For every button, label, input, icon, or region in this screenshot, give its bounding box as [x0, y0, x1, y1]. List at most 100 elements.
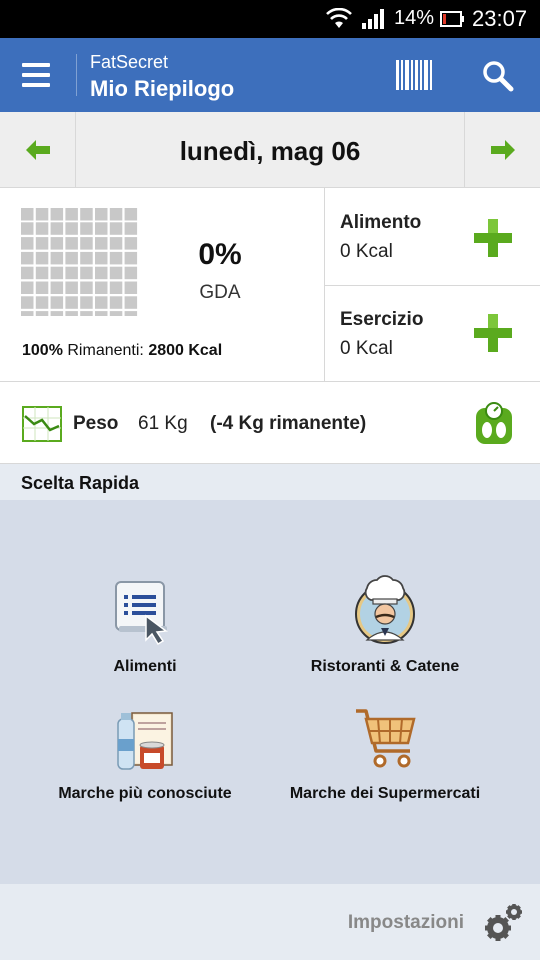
rdi-grid-cell	[35, 237, 49, 250]
rdi-grid-cell	[80, 251, 93, 265]
rdi-grid-cell	[35, 251, 49, 265]
rdi-grid-cell	[65, 296, 78, 309]
quick-item-brands[interactable]: Marche più conosciute	[10, 705, 280, 803]
battery-icon	[440, 11, 464, 27]
rdi-grid-cell	[65, 222, 78, 235]
chef-icon	[355, 575, 415, 644]
rdi-grid-cell	[80, 266, 93, 280]
rdi-grid-cell	[95, 266, 108, 280]
settings-label[interactable]: Impostazioni	[348, 912, 464, 934]
rdi-grid-cell	[80, 296, 93, 309]
barcode-icon[interactable]	[396, 60, 432, 90]
brands-icon	[117, 712, 173, 770]
rdi-percent: 0%	[198, 238, 242, 271]
rdi-grid-cell	[50, 311, 64, 316]
status-bar: 14% 23:07	[0, 0, 540, 38]
rdi-grid-cell	[65, 237, 78, 250]
weight-scale-icon[interactable]	[474, 402, 514, 446]
rdi-grid-cell	[80, 237, 93, 250]
rdi-grid-cell	[95, 296, 108, 309]
rdi-grid-cell	[21, 281, 34, 294]
rdi-grid-cell	[50, 237, 64, 250]
rdi-grid-cell	[109, 266, 123, 280]
rdi-grid-cell	[35, 208, 49, 221]
rdi-grid-cell	[35, 311, 49, 316]
rdi-grid-cell	[124, 296, 138, 309]
rdi-grid-cell	[95, 281, 108, 294]
quick-item-restaurants-label: Ristoranti & Catene	[310, 658, 460, 675]
rdi-grid-cell	[95, 311, 108, 316]
arrow-left-icon	[26, 140, 50, 160]
rdi-grid-cell	[21, 251, 34, 265]
rdi-grid-cell	[50, 222, 64, 235]
app-bar-divider	[76, 54, 77, 96]
battery-percent: 14%	[394, 7, 435, 29]
rdi-grid-cell	[50, 266, 64, 280]
rdi-grid-cell	[50, 296, 64, 309]
rdi-grid-cell	[21, 237, 34, 250]
rdi-grid-cell	[21, 266, 34, 280]
remaining-kcal: 2800 Kcal	[148, 342, 223, 359]
food-label: Alimento	[340, 212, 422, 233]
current-date[interactable]: lunedì, mag 06	[76, 136, 464, 167]
exercise-kcal: 0 Kcal	[340, 338, 393, 359]
rdi-grid-cell	[50, 251, 64, 265]
rdi-grid-cell	[124, 281, 138, 294]
rdi-grid-icon	[21, 208, 138, 316]
add-exercise-button[interactable]	[474, 314, 512, 352]
rdi-grid-cell	[109, 281, 123, 294]
rdi-grid-cell	[109, 208, 123, 221]
rdi-grid-cell	[35, 296, 49, 309]
rdi-grid-cell	[124, 266, 138, 280]
quick-choice-panel: Alimenti Ristoranti & Catene Marche più …	[0, 500, 540, 884]
rdi-grid-cell	[124, 222, 138, 235]
search-icon[interactable]	[482, 60, 514, 92]
app-bar: FatSecret Mio Riepilogo	[0, 38, 540, 112]
date-navigation: lunedì, mag 06	[0, 112, 540, 188]
previous-day-button[interactable]	[0, 112, 76, 188]
menu-icon[interactable]	[22, 63, 50, 87]
app-brand: FatSecret	[90, 52, 169, 72]
rdi-grid-cell	[95, 251, 108, 265]
rdi-grid-cell	[124, 208, 138, 221]
rdi-grid-cell	[80, 208, 93, 221]
rdi-grid-cell	[95, 237, 108, 250]
rdi-grid-cell	[124, 237, 138, 250]
rdi-grid-cell	[35, 222, 49, 235]
gear-icon[interactable]	[480, 898, 528, 946]
weight-row[interactable]: Peso 61 Kg (-4 Kg rimanente)	[0, 382, 540, 464]
settings-bar[interactable]: Impostazioni	[0, 884, 540, 960]
exercise-label: Esercizio	[340, 309, 424, 330]
rdi-grid-cell	[80, 281, 93, 294]
weight-value: 61 Kg	[138, 413, 188, 434]
add-food-button[interactable]	[474, 219, 512, 257]
rdi-grid-cell	[80, 222, 93, 235]
rdi-grid-cell	[65, 266, 78, 280]
rdi-grid-cell	[95, 222, 108, 235]
remaining-summary: 100% Rimanenti: 2800 Kcal	[22, 342, 222, 360]
wifi-icon	[326, 8, 352, 28]
next-day-button[interactable]	[464, 112, 540, 188]
arrow-right-icon	[491, 140, 515, 160]
page-title: Mio Riepilogo	[90, 76, 235, 101]
weight-chart-icon	[22, 406, 62, 442]
remaining-percent: 100%	[22, 342, 63, 359]
rdi-grid-cell	[21, 311, 34, 316]
rdi-grid-cell	[21, 208, 34, 221]
quick-item-restaurants[interactable]: Ristoranti & Catene	[250, 572, 520, 676]
rdi-grid-cell	[109, 237, 123, 250]
clock: 23:07	[472, 6, 528, 31]
signal-icon	[362, 9, 384, 29]
food-kcal: 0 Kcal	[340, 241, 393, 262]
summary-divider-horizontal	[324, 285, 540, 286]
rdi-grid-cell	[65, 311, 78, 316]
quick-item-supermarkets[interactable]: Marche dei Supermercati	[250, 705, 520, 803]
shopping-cart-icon	[356, 709, 416, 768]
rdi-grid-cell	[65, 281, 78, 294]
quick-item-foods[interactable]: Alimenti	[10, 578, 280, 676]
rdi-grid-cell	[21, 296, 34, 309]
food-list-icon	[115, 581, 168, 646]
rdi-grid-cell	[124, 311, 138, 316]
weight-remaining: (-4 Kg rimanente)	[210, 413, 367, 434]
quick-item-supermarkets-label: Marche dei Supermercati	[289, 785, 481, 802]
